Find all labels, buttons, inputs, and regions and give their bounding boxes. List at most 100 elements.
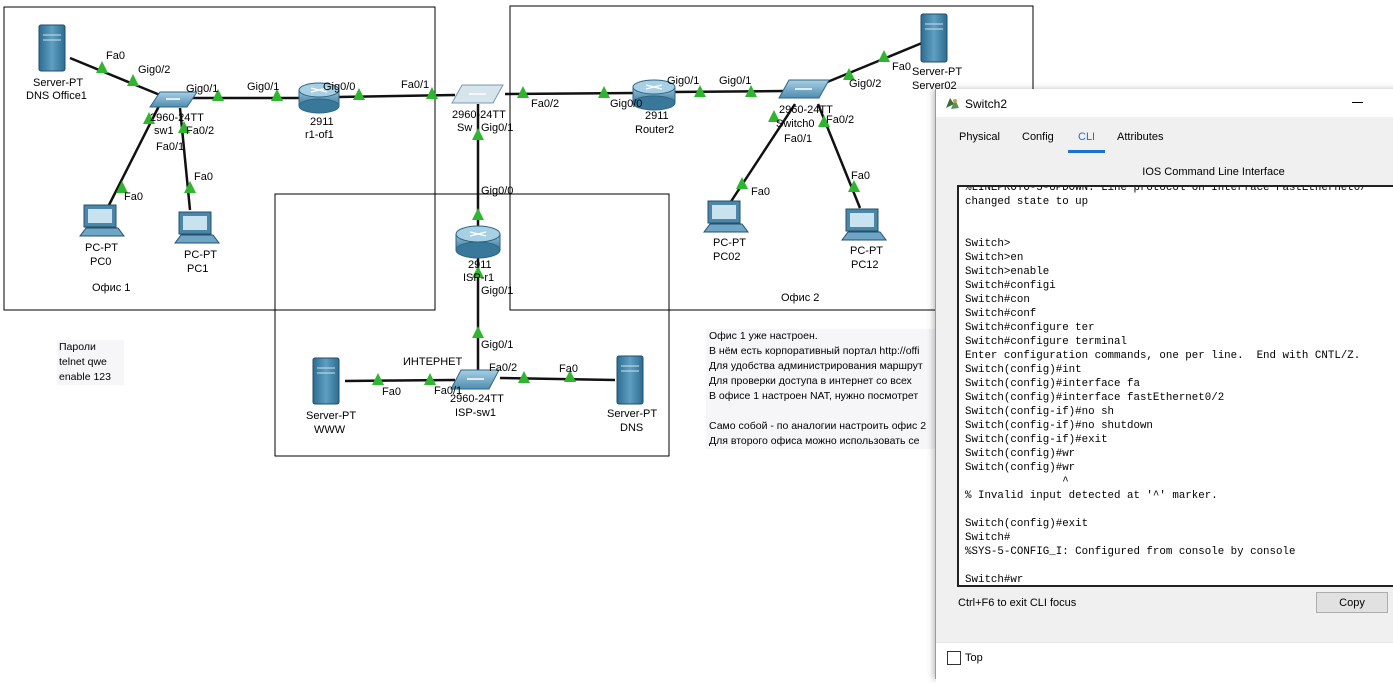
- server-dns[interactable]: [616, 355, 644, 405]
- label-interface: Fa0: [559, 363, 578, 375]
- label-server-name: DNS: [620, 422, 644, 434]
- dialog-titlebar[interactable]: Switch2: [936, 89, 1393, 117]
- server-www[interactable]: [312, 357, 340, 405]
- label-interface: Gig0/1: [481, 285, 514, 297]
- note-line: Пароли: [59, 341, 96, 353]
- console-line: Switch(config)#wr: [965, 448, 1076, 460]
- link-www-ispsw: [344, 378, 456, 383]
- console-line: % Invalid input detected at '^' marker.: [965, 490, 1218, 502]
- console-line: Switch#configure ter: [965, 322, 1095, 334]
- label-switch-model: 2960-24TT: [450, 393, 504, 405]
- cli-console[interactable]: %LINEPROTO-5-UPDOWN: Line protocol on In…: [957, 185, 1393, 587]
- console-line: Switch(config-if)#no shutdown: [965, 420, 1153, 432]
- pc-pc0[interactable]: [79, 204, 125, 237]
- label-switch-name: sw1: [154, 125, 174, 137]
- tab-physical[interactable]: Physical: [959, 131, 1000, 143]
- server-dns-office1[interactable]: [38, 24, 66, 72]
- office2-title: Офис 2: [781, 292, 820, 304]
- tab-attributes[interactable]: Attributes: [1117, 131, 1163, 143]
- router-isp-r1[interactable]: [455, 225, 501, 259]
- dialog-title: Switch2: [965, 97, 1008, 111]
- console-line: changed state to up: [965, 196, 1089, 208]
- console-line: Switch>enable: [965, 266, 1050, 278]
- note-line: В офисе 1 настроен NAT, нужно посмотрет: [709, 390, 919, 402]
- note-line: Офис 1 уже настроен.: [709, 330, 818, 342]
- console-line: Switch(config)#int: [965, 364, 1082, 376]
- top-checkbox[interactable]: [947, 651, 961, 665]
- label-router-model: 2911: [468, 259, 492, 271]
- minimize-button[interactable]: [1352, 102, 1363, 103]
- switch-switch0[interactable]: [778, 79, 830, 99]
- console-line: Switch(config-if)#no sh: [965, 406, 1115, 418]
- office-info-note: Офис 1 уже настроен. В нём есть корпорат…: [706, 329, 942, 449]
- passwords-note: Пароли telnet qwe enable 123: [57, 340, 124, 385]
- label-server-type: Server-PT: [607, 408, 658, 420]
- label-interface: Fa0/2: [826, 114, 855, 126]
- console-line: Switch(config)#interface fa: [965, 378, 1140, 390]
- label-switch-model: 2960-24TT: [150, 112, 204, 124]
- tab-config[interactable]: Config: [1022, 131, 1054, 143]
- console-line: Switch#configi: [965, 280, 1056, 292]
- console-line: Switch#configure terminal: [965, 336, 1127, 348]
- label-interface: Gig0/0: [610, 98, 643, 110]
- label-interface: Fa0/2: [489, 362, 518, 374]
- label-router-name: ISP-r1: [463, 272, 495, 284]
- label-router-name: r1-of1: [305, 129, 334, 141]
- top-label: Top: [965, 652, 983, 664]
- internet-title: ИНТЕРНЕТ: [403, 356, 463, 368]
- copy-button[interactable]: Copy: [1316, 592, 1388, 613]
- note-line: Для второго офиса можно использовать се: [709, 435, 920, 447]
- label-interface: Gig0/1: [667, 75, 700, 87]
- link-router2-switch0: [671, 89, 786, 94]
- label-pc-type: PC-PT: [85, 242, 118, 254]
- label-interface: Gig0/1: [481, 122, 514, 134]
- server-server02[interactable]: [920, 13, 948, 63]
- console-line: Switch(config)#exit: [965, 518, 1089, 530]
- console-line: Switch>en: [965, 252, 1024, 264]
- label-pc-type: PC-PT: [184, 249, 217, 261]
- console-line: Switch#con: [965, 294, 1030, 306]
- label-server-type: Server-PT: [306, 410, 357, 422]
- note-line: [709, 404, 939, 419]
- console-line: Switch(config)#interface fastEthernet0/2: [965, 392, 1225, 404]
- pc-pc02[interactable]: [703, 200, 749, 233]
- label-pc-type: PC-PT: [850, 245, 883, 257]
- switch-sw[interactable]: [451, 84, 504, 104]
- pc-pc1[interactable]: [174, 211, 220, 244]
- label-interface: Gig0/1: [247, 81, 280, 93]
- active-tab-indicator: [1068, 150, 1105, 153]
- label-interface: Fa0: [851, 170, 870, 182]
- tab-cli[interactable]: CLI: [1078, 131, 1095, 143]
- note-line: enable 123: [59, 371, 111, 383]
- device-dialog[interactable]: Switch2 Physical Config CLI Attributes I…: [935, 89, 1393, 683]
- note-line: telnet qwe: [59, 356, 107, 368]
- console-text: %LINEPROTO-5-UPDOWN: Line protocol on In…: [965, 185, 1367, 586]
- console-line: Switch>: [965, 238, 1011, 250]
- pc-pc12[interactable]: [841, 208, 887, 241]
- office1-area: [3, 6, 436, 311]
- label-pc-type: PC-PT: [713, 237, 746, 249]
- label-interface: Fa0: [751, 186, 770, 198]
- label-pc-name: PC12: [851, 259, 879, 271]
- label-interface: Gig0/2: [138, 64, 171, 76]
- label-interface: Fa0: [106, 50, 125, 62]
- label-interface: Fa0/1: [784, 133, 813, 145]
- label-interface: Fa0/2: [531, 98, 560, 110]
- label-interface: Gig0/0: [323, 81, 356, 93]
- console-line: %SYS-5-CONFIG_I: Configured from console…: [965, 546, 1296, 558]
- label-server-type: Server-PT: [33, 77, 84, 89]
- cli-header: IOS Command Line Interface: [1142, 166, 1285, 178]
- console-line: Switch#: [965, 532, 1011, 544]
- console-line: Switch#wr: [965, 574, 1024, 586]
- label-interface: Gig0/1: [186, 83, 219, 95]
- label-server-name: WWW: [314, 424, 346, 436]
- note-line: Само собой - по аналогии настроить офис …: [709, 420, 927, 432]
- label-router-model: 2911: [310, 116, 334, 128]
- dialog-bottom-bar: Top: [936, 642, 1393, 683]
- label-interface: Fa0: [124, 191, 143, 203]
- cli-focus-hint: Ctrl+F6 to exit CLI focus: [958, 597, 1077, 609]
- note-line: Для проверки доступа в интернет со всех: [709, 375, 912, 387]
- console-line: %LINEPROTO-5-UPDOWN: Line protocol on In…: [965, 185, 1367, 194]
